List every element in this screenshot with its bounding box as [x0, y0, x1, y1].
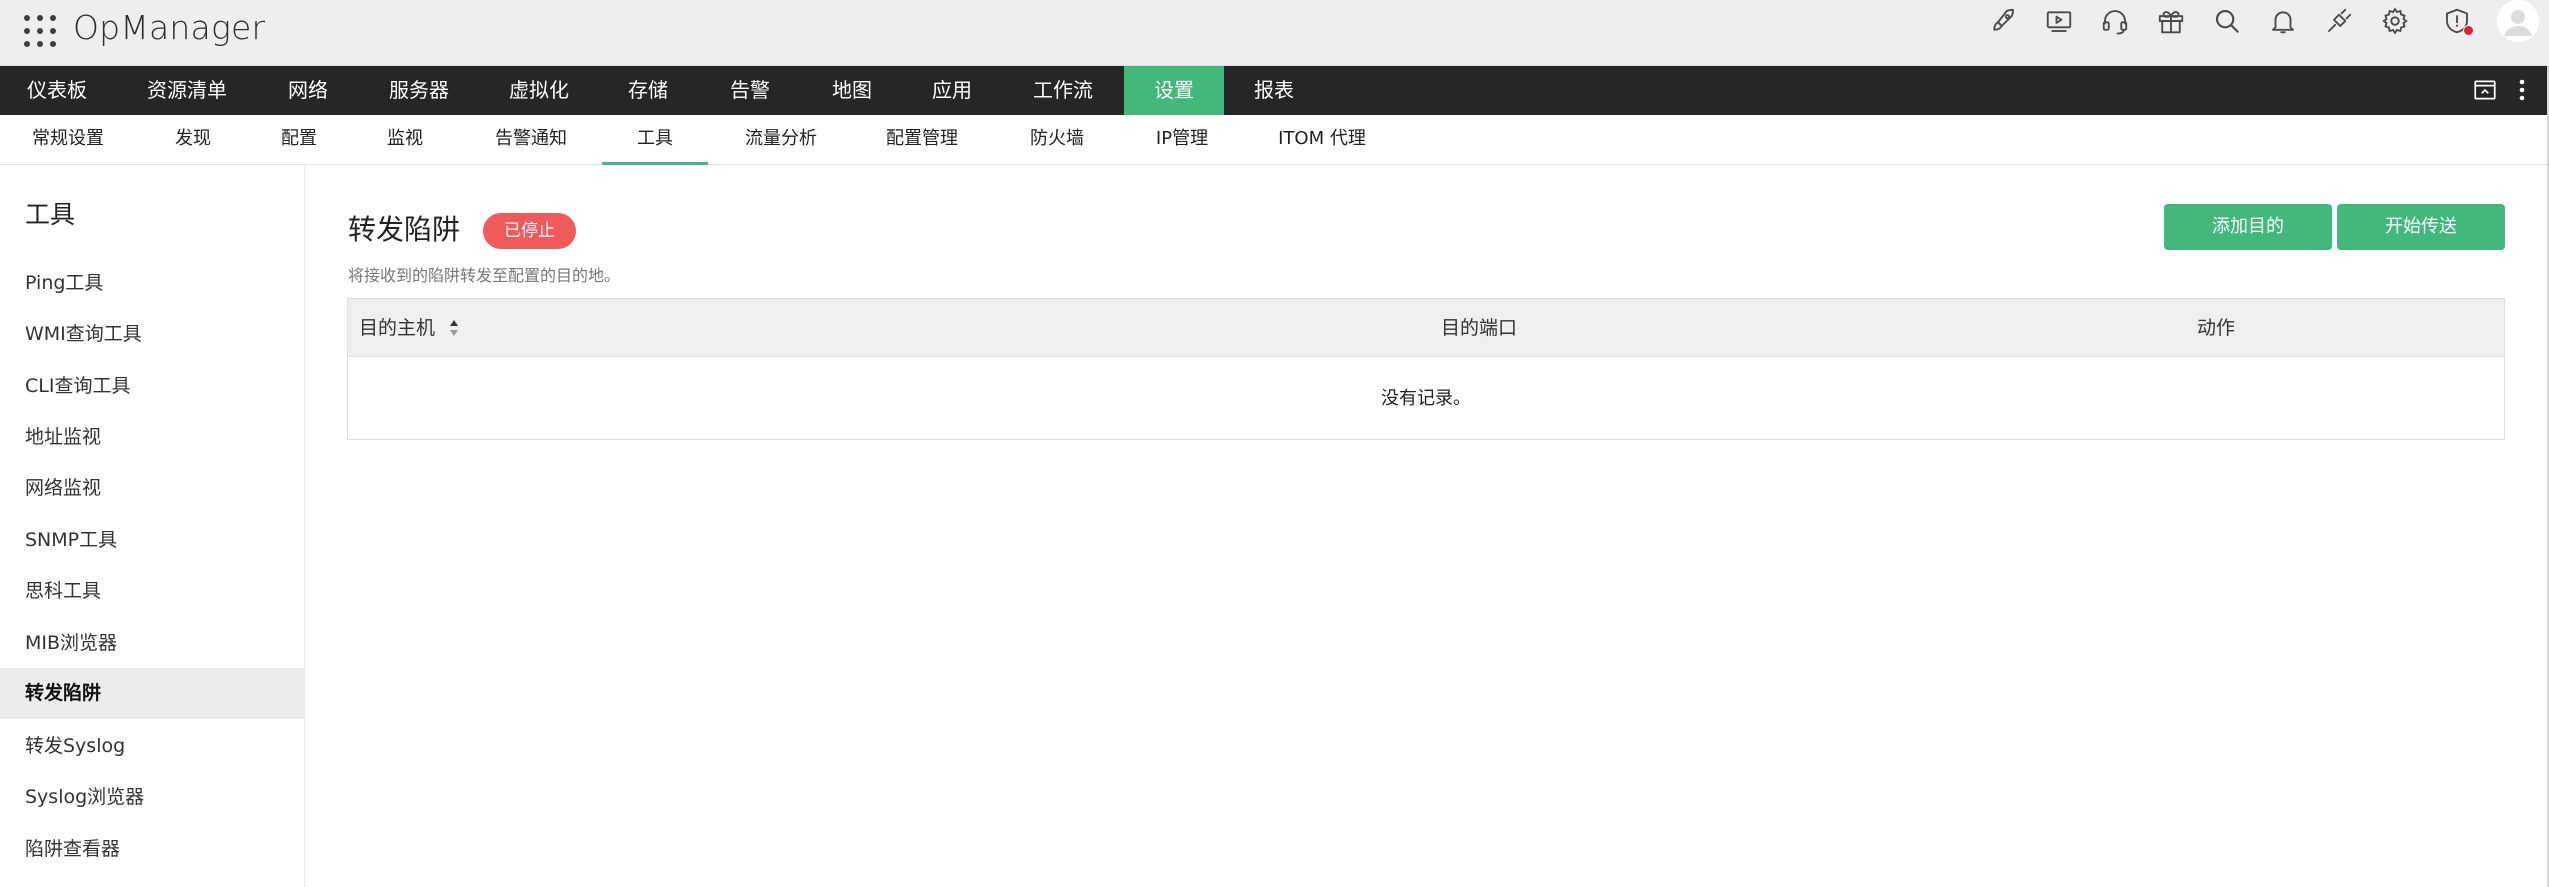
nav-item-servers[interactable]: 服务器	[372, 66, 466, 115]
sidebar-item-cli-query-tool[interactable]: CLI查询工具	[0, 361, 305, 412]
tab-itom-agent[interactable]: ITOM 代理	[1264, 115, 1380, 165]
more-vertical-icon[interactable]	[2512, 75, 2532, 105]
plug-icon[interactable]	[2318, 0, 2360, 42]
sidebar-item-forward-traps[interactable]: 转发陷阱	[0, 668, 305, 719]
window-icon[interactable]	[2470, 75, 2500, 105]
start-forwarding-button[interactable]: 开始传送	[2337, 204, 2505, 250]
tab-alarm-notification[interactable]: 告警通知	[474, 115, 588, 165]
notification-dot	[2463, 25, 2474, 36]
search-icon[interactable]	[2206, 0, 2248, 42]
nav-item-reports[interactable]: 报表	[1236, 66, 1312, 115]
main-nav: 仪表板 资源清单 网络 服务器 虚拟化 存储 告警 地图 应用 工作流 设置 报…	[0, 66, 2549, 115]
nav-item-settings[interactable]: 设置	[1124, 66, 1224, 115]
gear-icon[interactable]	[2374, 0, 2416, 42]
tab-general-settings[interactable]: 常规设置	[14, 115, 122, 165]
app-name: OpManager	[73, 8, 266, 47]
destinations-table: 目的主机 目的端口 动作 没有记录。	[347, 298, 2505, 440]
column-header-action: 动作	[2197, 317, 2236, 339]
table-header: 目的主机 目的端口 动作	[348, 299, 2504, 357]
page-description: 将接收到的陷阱转发至配置的目的地。	[348, 266, 621, 285]
sort-icon[interactable]	[447, 316, 461, 340]
avatar[interactable]	[2497, 0, 2539, 42]
sidebar-item-ping-tool[interactable]: Ping工具	[0, 258, 305, 309]
sidebar-item-wmi-query-tool[interactable]: WMI查询工具	[0, 309, 305, 360]
bell-icon[interactable]	[2262, 0, 2304, 42]
sidebar-item-forward-syslog[interactable]: 转发Syslog	[0, 721, 305, 772]
add-destination-button[interactable]: 添加目的	[2164, 204, 2332, 250]
tab-flow-analysis[interactable]: 流量分析	[726, 115, 836, 165]
sidebar-item-snmp-tool[interactable]: SNMP工具	[0, 515, 305, 566]
column-header-destination-port: 目的端口	[1441, 317, 1518, 339]
sidebar-title: 工具	[25, 200, 76, 229]
page-title: 转发陷阱	[348, 213, 461, 246]
nav-item-maps[interactable]: 地图	[814, 66, 890, 115]
sidebar-item-trap-viewer[interactable]: 陷阱查看器	[0, 824, 305, 875]
nav-item-network[interactable]: 网络	[270, 66, 346, 115]
headset-icon[interactable]	[2094, 0, 2136, 42]
nav-item-storage[interactable]: 存储	[610, 66, 686, 115]
sidebar-item-network-monitor[interactable]: 网络监视	[0, 463, 305, 514]
nav-item-workflow[interactable]: 工作流	[1016, 66, 1110, 115]
sidebar-item-syslog-browser[interactable]: Syslog浏览器	[0, 772, 305, 823]
sidebar-item-cisco-tool[interactable]: 思科工具	[0, 566, 305, 617]
tab-tools[interactable]: 工具	[602, 115, 708, 165]
sub-nav: 常规设置 发现 配置 监视 告警通知 工具 流量分析 配置管理 防火墙 IP管理…	[0, 115, 2549, 165]
sidebar-item-mib-browser[interactable]: MIB浏览器	[0, 618, 305, 669]
sidebar-item-address-monitor[interactable]: 地址监视	[0, 412, 305, 463]
nav-item-alarms[interactable]: 告警	[712, 66, 788, 115]
nav-item-virtualization[interactable]: 虚拟化	[492, 66, 586, 115]
rocket-icon[interactable]	[1982, 0, 2024, 42]
video-icon[interactable]	[2038, 0, 2080, 42]
top-header: OpManager	[0, 0, 2549, 66]
tab-ip-management[interactable]: IP管理	[1144, 115, 1220, 165]
status-badge: 已停止	[483, 213, 576, 249]
nav-item-apps[interactable]: 应用	[914, 66, 990, 115]
gift-icon[interactable]	[2150, 0, 2192, 42]
shield-alert-icon[interactable]	[2436, 0, 2478, 42]
tab-firewall[interactable]: 防火墙	[1012, 115, 1102, 165]
tools-sidebar: 工具 Ping工具 WMI查询工具 CLI查询工具 地址监视 网络监视 SNMP…	[0, 165, 305, 887]
apps-grid-icon[interactable]	[24, 15, 56, 47]
empty-table-message: 没有记录。	[1381, 388, 1471, 409]
column-header-destination-host[interactable]: 目的主机	[359, 299, 435, 357]
tab-monitoring[interactable]: 监视	[368, 115, 442, 165]
tab-discovery[interactable]: 发现	[156, 115, 230, 165]
tab-configuration[interactable]: 配置	[262, 115, 336, 165]
nav-item-inventory[interactable]: 资源清单	[134, 66, 240, 115]
tab-config-management[interactable]: 配置管理	[872, 115, 972, 165]
nav-item-dashboard[interactable]: 仪表板	[0, 66, 114, 115]
